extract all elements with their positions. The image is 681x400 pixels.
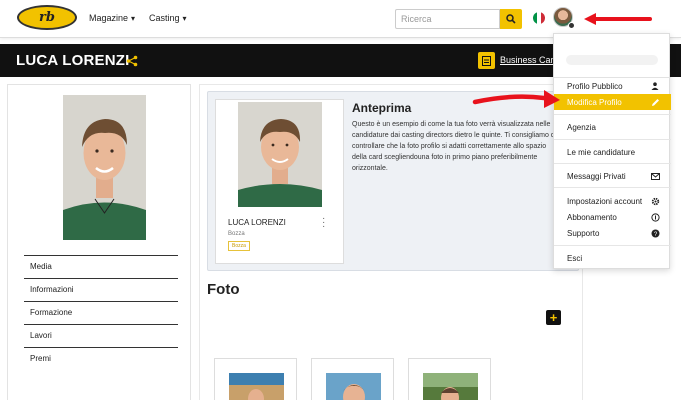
red-arrow-annotation: [584, 13, 652, 25]
menu-item-abbonamento[interactable]: Abbonamento: [554, 209, 671, 225]
menu-item-label: Profilo Pubblico: [567, 82, 623, 91]
menu-divider: [554, 187, 671, 188]
sidebar-item-label: Formazione: [30, 308, 73, 317]
card-status: Bozza: [228, 231, 245, 237]
profile-sidebar: Media Informazioni Formazione Lavori Pre…: [7, 84, 191, 400]
menu-divider: [554, 114, 671, 115]
coin-icon: [650, 212, 660, 222]
business-card-link[interactable]: Business Card: [500, 55, 559, 65]
menu-item-supporto[interactable]: Supporto ?: [554, 225, 671, 241]
user-dropdown-menu: Profilo Pubblico Modifica Profilo Agenzi…: [553, 33, 671, 269]
pencil-icon: [650, 97, 660, 107]
sidebar-item-formazione[interactable]: Formazione: [24, 301, 178, 323]
sidebar-item-label: Premi: [30, 354, 51, 363]
sidebar-item-informazioni[interactable]: Informazioni: [24, 278, 178, 300]
sidebar-item-lavori[interactable]: Lavori: [24, 324, 178, 346]
mail-icon: [650, 171, 660, 181]
search-icon: [506, 14, 516, 24]
italian-flag-icon[interactable]: [533, 12, 545, 24]
business-card-icon[interactable]: [478, 52, 495, 69]
person-icon: [650, 81, 660, 91]
foto-section-title: Foto: [207, 281, 240, 298]
menu-item-modifica-profilo[interactable]: Modifica Profilo: [554, 94, 671, 110]
gear-icon: [650, 196, 660, 206]
photo-thumbnail-image: [229, 373, 284, 400]
sidebar-item-label: Media: [30, 262, 52, 271]
menu-item-label: Abbonamento: [567, 213, 617, 222]
photo-thumbnail-image: [423, 373, 478, 400]
menu-item-esci[interactable]: Esci: [554, 250, 671, 266]
photo-thumbnail[interactable]: [214, 358, 297, 400]
nav-magazine-label: Magazine: [89, 13, 129, 23]
avatar-status-icon: [568, 22, 575, 29]
sidebar-item-premi[interactable]: Premi: [24, 347, 178, 369]
card-name: LUCA LORENZI: [228, 218, 286, 227]
photo-thumbnail-image: [326, 373, 381, 400]
search-button[interactable]: [500, 9, 522, 29]
dropdown-username-placeholder: [566, 55, 658, 65]
share-icon[interactable]: [126, 55, 138, 67]
menu-divider: [554, 245, 671, 246]
more-options-icon[interactable]: · · ·: [322, 214, 325, 232]
preview-card: LUCA LORENZI Bozza Bozza · · ·: [215, 99, 344, 264]
menu-item-le-mie-candidature[interactable]: Le mie candidature: [554, 144, 671, 160]
nav-casting[interactable]: Casting ▾: [149, 13, 187, 23]
menu-item-profilo-pubblico[interactable]: Profilo Pubblico: [554, 78, 671, 94]
menu-divider: [554, 163, 671, 164]
menu-item-label: Agenzia: [567, 123, 596, 132]
sidebar-item-label: Informazioni: [30, 285, 74, 294]
sidebar-item-label: Lavori: [30, 331, 52, 340]
menu-item-label: Le mie candidature: [567, 148, 636, 157]
status-badge: Bozza: [228, 241, 250, 251]
profile-name: LUCA LORENZI: [16, 52, 130, 69]
menu-item-impostazioni-account[interactable]: Impostazioni account: [554, 193, 671, 209]
card-photo: [238, 102, 322, 207]
red-arrow-annotation: [472, 90, 560, 108]
profile-photo[interactable]: [63, 95, 146, 240]
sidebar-item-media[interactable]: Media: [24, 255, 178, 277]
add-photo-button[interactable]: +: [546, 310, 561, 325]
photo-thumbnail[interactable]: [408, 358, 491, 400]
dropdown-header: [554, 34, 671, 78]
menu-item-label: Supporto: [567, 229, 600, 238]
help-icon: ?: [650, 228, 660, 238]
preview-title: Anteprima: [352, 101, 412, 115]
preview-description: Questo è un esempio di come la tua foto …: [352, 121, 557, 172]
menu-divider: [554, 139, 671, 140]
site-logo[interactable]: rb: [17, 5, 77, 30]
menu-item-agenzia[interactable]: Agenzia: [554, 119, 671, 135]
logo-text: rb: [39, 10, 55, 25]
chevron-down-icon: ▾: [182, 13, 187, 23]
menu-item-label: Impostazioni account: [567, 197, 643, 206]
menu-item-label: Modifica Profilo: [567, 98, 622, 107]
search-input[interactable]: [395, 9, 500, 29]
chevron-down-icon: ▾: [131, 13, 136, 23]
menu-item-label: Esci: [567, 254, 583, 263]
nav-magazine[interactable]: Magazine ▾: [89, 13, 135, 23]
photo-thumbnail[interactable]: [311, 358, 394, 400]
menu-item-label: Messaggi Privati: [567, 172, 626, 181]
nav-casting-label: Casting: [149, 13, 180, 23]
menu-item-messaggi-privati[interactable]: Messaggi Privati: [554, 168, 671, 184]
